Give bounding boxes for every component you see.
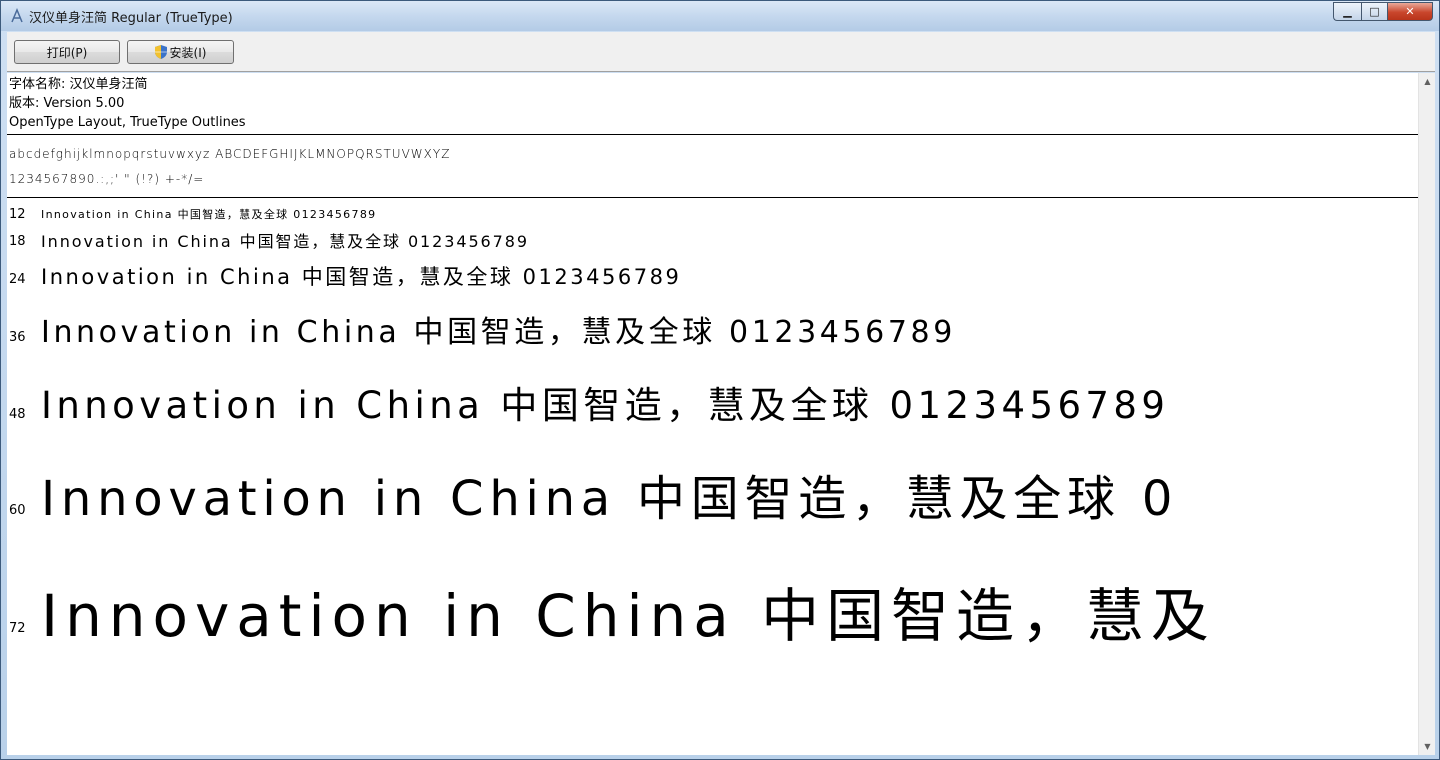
scroll-up-arrow-icon[interactable]: ▲	[1419, 73, 1436, 90]
sample-text: Innovation in China 中国智造，慧及全球 0123456789	[41, 232, 529, 251]
sample-size-label: 48	[9, 407, 26, 422]
font-file-icon	[11, 8, 23, 23]
minimize-icon: ▁	[1343, 5, 1352, 18]
font-version-line: 版本: Version 5.00	[9, 96, 125, 111]
print-button[interactable]: 打印(P)	[14, 40, 120, 64]
divider	[7, 134, 1418, 135]
close-icon: ✕	[1405, 5, 1415, 18]
sample-row-60: 60 Innovation in China 中国智造，慧及全球 0	[7, 443, 1418, 533]
font-preview-pane: 字体名称: 汉仪单身汪简 版本: Version 5.00 OpenType L…	[7, 73, 1418, 755]
sample-row-48: 48 Innovation in China 中国智造，慧及全球 0123456…	[7, 363, 1418, 433]
maximize-button[interactable]: □	[1361, 2, 1387, 21]
sample-row-18: 18 Innovation in China 中国智造，慧及全球 0123456…	[7, 225, 1418, 253]
sample-text: Innovation in China 中国智造，慧及全球 0123456789	[41, 384, 1170, 427]
sample-text: Innovation in China 中国智造，慧及全球 0123456789	[41, 315, 956, 350]
font-name-line: 字体名称: 汉仪单身汪简	[9, 77, 148, 92]
print-button-label: 打印(P)	[46, 45, 88, 60]
sample-row-12: 12 Innovation in China 中国智造，慧及全球 0123456…	[7, 203, 1418, 223]
sample-text: Innovation in China 中国智造，慧及	[41, 582, 1216, 650]
sample-size-label: 12	[9, 207, 26, 222]
sample-size-label: 24	[9, 272, 26, 287]
install-button[interactable]: 安装(I)	[127, 40, 234, 64]
font-viewer-window: 汉仪单身汪简 Regular (TrueType) ▁ □ ✕ 打印(P) 安装…	[0, 0, 1440, 760]
sample-row-72: 72 Innovation in China 中国智造，慧及	[7, 547, 1418, 657]
scroll-down-arrow-icon[interactable]: ▼	[1419, 738, 1436, 755]
title-bar[interactable]: 汉仪单身汪简 Regular (TrueType) ▁ □ ✕	[1, 1, 1439, 31]
window-title: 汉仪单身汪简 Regular (TrueType)	[29, 11, 233, 26]
sample-text: Innovation in China 中国智造，慧及全球 0	[41, 471, 1179, 527]
divider	[7, 197, 1418, 198]
install-button-label: 安装(I)	[169, 45, 207, 60]
minimize-button[interactable]: ▁	[1333, 2, 1361, 21]
sample-row-36: 36 Innovation in China 中国智造，慧及全球 0123456…	[7, 299, 1418, 351]
close-button[interactable]: ✕	[1387, 2, 1433, 21]
sample-size-label: 60	[9, 503, 26, 518]
sample-text: Innovation in China 中国智造，慧及全球 0123456789	[41, 265, 682, 289]
window-controls: ▁ □ ✕	[1333, 2, 1433, 21]
vertical-scrollbar[interactable]: ▲ ▼	[1418, 73, 1435, 755]
sample-size-label: 72	[9, 621, 26, 636]
charset-letters: abcdefghijklmnopqrstuvwxyz ABCDEFGHIJKLM…	[9, 147, 451, 161]
sample-size-label: 36	[9, 330, 26, 345]
charset-digits-punctuation: 1234567890.:,;' " (!?) +-*/=	[9, 172, 205, 186]
font-format-line: OpenType Layout, TrueType Outlines	[9, 115, 246, 130]
maximize-icon: □	[1369, 5, 1380, 18]
sample-size-label: 18	[9, 234, 26, 249]
sample-row-24: 24 Innovation in China 中国智造，慧及全球 0123456…	[7, 255, 1418, 295]
sample-text: Innovation in China 中国智造，慧及全球 0123456789	[41, 208, 377, 221]
toolbar: 打印(P) 安装(I)	[7, 32, 1435, 72]
uac-shield-icon	[154, 45, 167, 59]
font-info: 字体名称: 汉仪单身汪简 版本: Version 5.00 OpenType L…	[9, 75, 246, 132]
